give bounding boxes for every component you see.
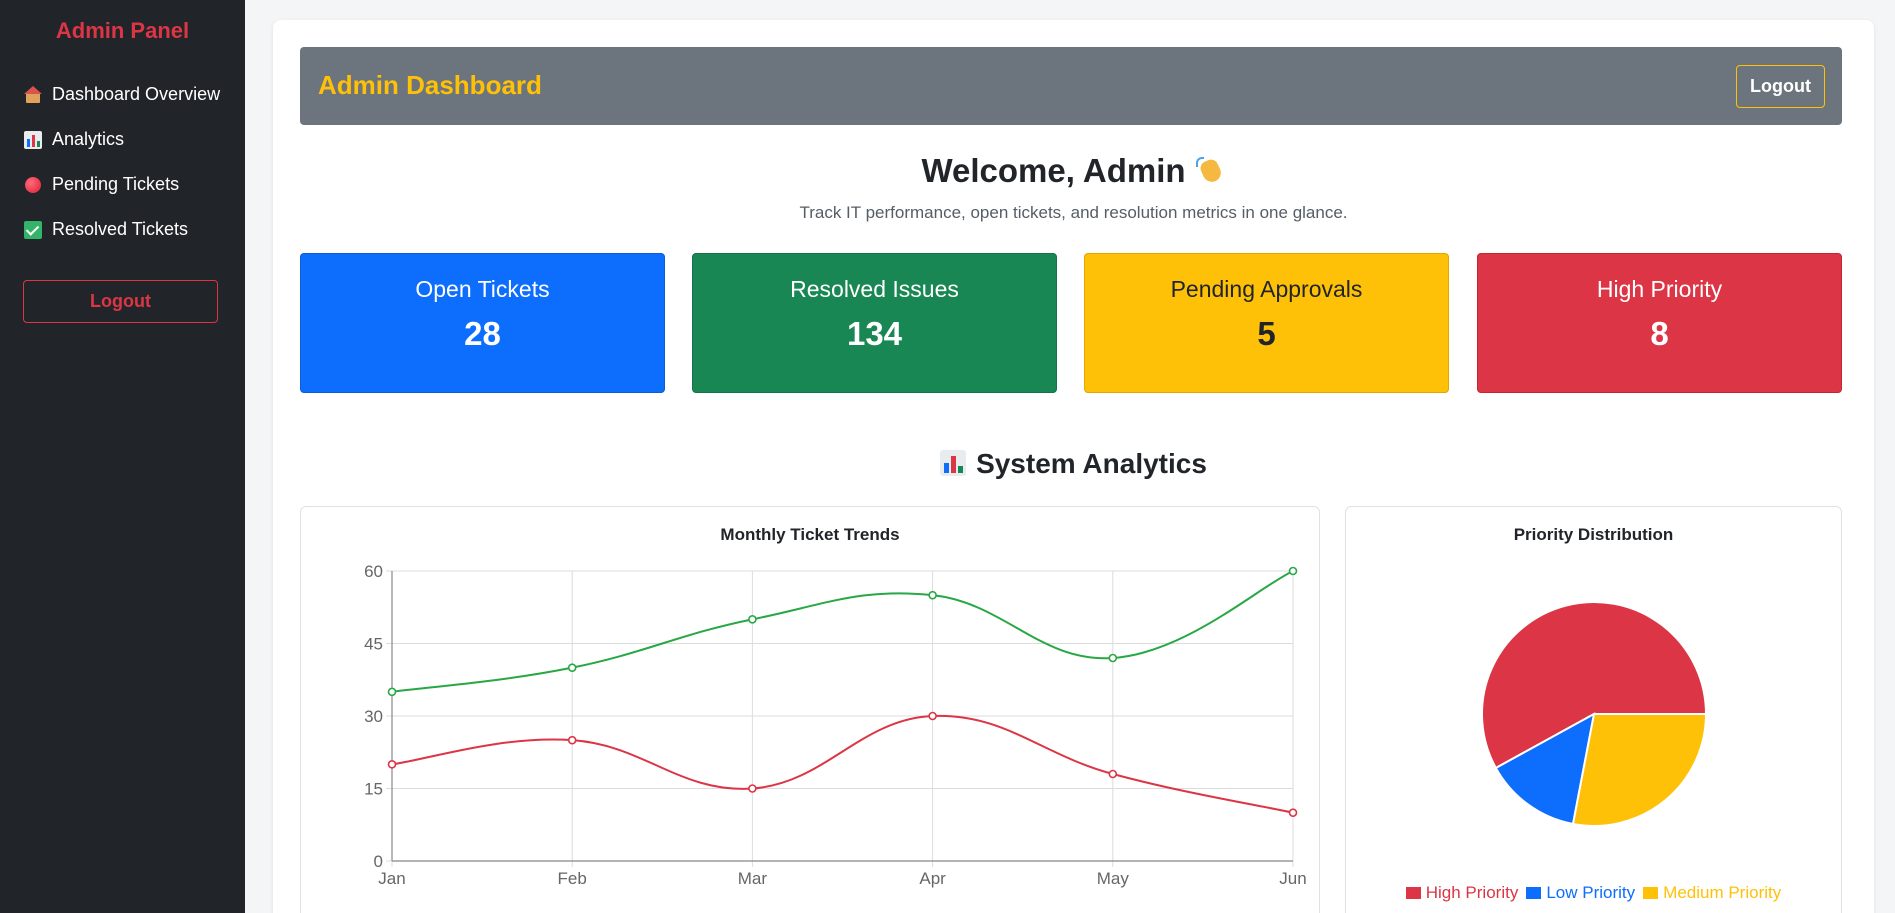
sidebar-item-analytics[interactable]: Analytics <box>24 117 220 162</box>
legend-swatch <box>1643 887 1659 899</box>
stat-label: High Priority <box>1596 276 1723 302</box>
data-point[interactable] <box>1288 566 1298 576</box>
sidebar-item-label: Analytics <box>52 129 125 149</box>
data-point[interactable] <box>1108 769 1118 779</box>
legend-item[interactable]: High Priority <box>1405 883 1519 903</box>
page-title: Admin Dashboard <box>318 70 542 100</box>
stat-card-high-priority: High Priority 8 <box>1477 253 1842 393</box>
y-tick-label: 0 <box>374 852 383 871</box>
data-point[interactable] <box>748 615 757 624</box>
sidebar-item-dashboard-overview[interactable]: Dashboard Overview <box>24 72 220 117</box>
data-point[interactable] <box>387 687 397 697</box>
legend-swatch <box>1405 887 1421 899</box>
data-point[interactable] <box>387 760 397 769</box>
sidebar-item-pending-tickets[interactable]: Pending Tickets <box>24 162 220 207</box>
welcome-heading: Welcome, Admin <box>273 152 1874 190</box>
bar-chart-icon <box>940 450 967 476</box>
legend-swatch <box>1526 887 1542 899</box>
check-box-icon <box>24 220 42 239</box>
waving-hand-icon <box>1195 155 1226 185</box>
line-chart-panel: Monthly Ticket Trends Jan Feb Mar Apr May Jun… <box>300 506 1320 913</box>
y-tick-label: 45 <box>364 635 383 654</box>
legend-label: Low Priority <box>1546 883 1636 902</box>
analytics-heading: System Analytics <box>273 448 1874 480</box>
series-line-0 <box>391 570 1294 693</box>
header-logout-button[interactable]: Logout <box>1736 65 1825 108</box>
house-icon <box>24 85 42 104</box>
x-tick-label: Jan <box>378 869 405 888</box>
pie-slice-medium-priority[interactable] <box>1571 713 1708 827</box>
stat-value: 134 <box>846 315 903 352</box>
legend-label: High Priority <box>1425 883 1519 902</box>
pie-chart-panel: Priority Distribution High Priority Low P… <box>1345 506 1842 913</box>
sidebar-item-resolved-tickets[interactable]: Resolved Tickets <box>24 207 220 252</box>
x-tick-label: Jun <box>1279 869 1306 888</box>
analytics-title: System Analytics <box>976 448 1207 479</box>
y-tick-label: 15 <box>364 780 383 799</box>
sidebar-item-label: Resolved Tickets <box>52 219 189 239</box>
sidebar-nav: Dashboard Overview Analytics Pending Tic… <box>24 72 220 252</box>
data-point[interactable] <box>928 711 937 721</box>
x-tick-label: May <box>1097 869 1130 888</box>
data-point[interactable] <box>1288 808 1298 817</box>
stat-label: Open Tickets <box>415 276 550 302</box>
x-tick-label: Apr <box>919 869 946 888</box>
y-tick-label: 60 <box>364 562 383 581</box>
sidebar-item-label: Pending Tickets <box>52 174 180 194</box>
line-chart: Jan Feb Mar Apr May Jun 0 15 30 45 60 <box>364 562 1307 888</box>
legend-item[interactable]: Low Priority <box>1526 883 1635 903</box>
y-tick-label: 30 <box>364 707 383 726</box>
data-point[interactable] <box>1108 653 1118 663</box>
data-point[interactable] <box>748 784 757 793</box>
stat-value: 8 <box>1650 315 1669 352</box>
bar-chart-icon <box>24 130 42 149</box>
top-header: Admin Dashboard Logout <box>300 47 1842 125</box>
pie-chart <box>1481 601 1708 827</box>
legend-item[interactable]: Medium Priority <box>1643 883 1781 903</box>
stat-card-pending-approvals: Pending Approvals 5 <box>1084 253 1449 393</box>
data-point[interactable] <box>567 663 577 672</box>
sidebar-logout-button[interactable]: Logout <box>23 280 218 323</box>
x-tick-label: Mar <box>738 869 768 888</box>
stat-label: Resolved Issues <box>790 276 959 302</box>
welcome-text: Welcome, Admin <box>921 152 1186 189</box>
stat-value: 28 <box>464 315 501 352</box>
stat-value: 5 <box>1257 315 1276 352</box>
series-line-1 <box>391 714 1294 814</box>
data-point[interactable] <box>567 735 577 745</box>
brand-title: Admin Panel <box>55 18 190 43</box>
x-tick-label: Feb <box>558 869 587 888</box>
stat-card-resolved-issues: Resolved Issues 134 <box>692 253 1057 393</box>
data-point[interactable] <box>928 590 937 600</box>
pie-legend: High Priority Low Priority Medium Priority <box>1346 883 1841 903</box>
stat-card-open-tickets: Open Tickets 28 <box>300 253 665 393</box>
main-content: Admin Dashboard Logout Welcome, Admin Tr… <box>273 20 1874 913</box>
welcome-subtitle: Track IT performance, open tickets, and … <box>799 203 1348 222</box>
sidebar: Admin Panel Dashboard Overview Analytics… <box>0 0 245 913</box>
stat-label: Pending Approvals <box>1170 276 1363 302</box>
legend-label: Medium Priority <box>1663 883 1782 902</box>
red-circle-icon <box>25 176 41 193</box>
sidebar-item-label: Dashboard Overview <box>52 84 221 104</box>
